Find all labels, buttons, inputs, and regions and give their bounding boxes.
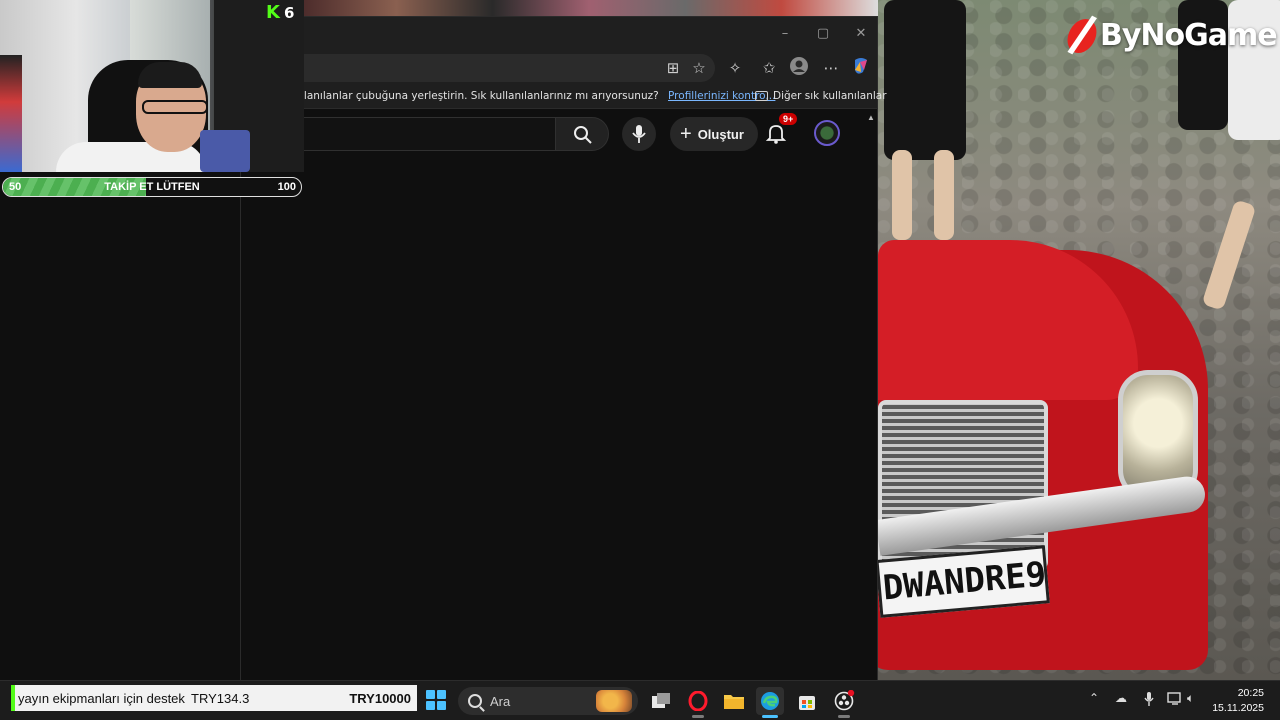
store-app-button[interactable]: [793, 687, 821, 715]
windows-logo-icon: [426, 701, 435, 710]
microphone-device: [200, 130, 250, 172]
favorites-bar: llanılanlar çubuğuna yerleştirin. Sık ku…: [241, 85, 887, 109]
microphone-tray-icon[interactable]: [1143, 691, 1155, 710]
voice-search-button[interactable]: [622, 117, 656, 151]
clock-date: 15.11.2025: [1212, 702, 1264, 714]
search-button[interactable]: [555, 117, 609, 151]
store-icon: [799, 696, 815, 710]
other-favorites-folder[interactable]: Diğer sık kullanılanlar: [755, 90, 887, 102]
title-bar: – ▢ ✕: [241, 17, 877, 51]
taskbar-search[interactable]: Ara: [458, 687, 638, 715]
search-icon: [468, 694, 482, 708]
favorites-prompt-text: llanılanlar çubuğuna yerleştirin. Sık ku…: [301, 90, 659, 102]
show-hidden-icons-chevron-icon[interactable]: ⌃: [1089, 691, 1099, 705]
donation-current: TRY134.3: [191, 690, 250, 706]
copilot-icon[interactable]: [849, 56, 873, 80]
opera-icon: [688, 691, 708, 711]
app-available-icon[interactable]: ⊞: [661, 56, 685, 80]
person-figure: [884, 0, 966, 160]
network-icon[interactable]: [1167, 691, 1183, 708]
address-bar[interactable]: ⊞ ☆: [241, 54, 715, 82]
other-favorites-label: Diğer sık kullanılanlar: [773, 90, 887, 102]
volume-icon[interactable]: 🔈︎: [1187, 691, 1194, 706]
more-menu-icon[interactable]: ⋯: [819, 56, 843, 80]
bynogame-logo: ByNoGame: [1064, 18, 1278, 53]
taskbar-search-placeholder: Ara: [490, 693, 511, 709]
search-icon: [574, 126, 592, 144]
folder-icon: [724, 695, 744, 709]
create-button[interactable]: + Oluştur: [670, 117, 758, 151]
browser-window: – ▢ ✕ ⊞ ☆ ✧ ✩ ⋯ llanılanlar çubuğuna yer…: [240, 16, 887, 681]
plus-icon: +: [680, 123, 692, 145]
favorite-star-icon[interactable]: ☆: [687, 56, 711, 80]
donation-text: yayın ekipmanları için destek: [18, 690, 185, 706]
search-highlight-icon: [596, 690, 632, 712]
edge-app-button[interactable]: [756, 687, 784, 718]
donation-goal-widget: yayın ekipmanları için destek TRY134.3 T…: [11, 685, 417, 711]
scroll-up-arrow-icon[interactable]: ▲: [867, 113, 875, 122]
microphone-icon: [632, 125, 646, 143]
create-label: Oluştur: [697, 126, 744, 142]
start-button[interactable]: [426, 690, 446, 710]
active-indicator: [762, 715, 778, 718]
obs-icon: [834, 690, 855, 711]
webcam-led-light: [0, 55, 22, 172]
system-clock[interactable]: 20:25 15.11.2025: [1212, 686, 1264, 716]
kick-logo-icon: K: [266, 2, 280, 23]
youtube-header: + Oluştur 9+: [241, 109, 877, 159]
toolbar: ⊞ ☆ ✧ ✩ ⋯: [241, 51, 877, 85]
folder-icon: [755, 91, 768, 101]
follow-goal-bar: 50 TAKİP ET LÜTFEN 100: [2, 177, 302, 197]
windows-logo-icon: [437, 701, 446, 710]
taskbar: yayın ekipmanları için destek TRY134.3 T…: [0, 680, 1280, 720]
brand-name: ByNoGame: [1100, 18, 1278, 53]
screen: DWANDRE98 ByNoGame – ▢ ✕ ⊞ ☆ ✧ ✩ ⋯ llanı…: [0, 0, 1280, 720]
favorites-prompt: llanılanlar çubuğuna yerleştirin. Sık ku…: [301, 90, 775, 102]
opera-app-button[interactable]: [684, 687, 712, 718]
follow-goal-label: TAKİP ET LÜTFEN: [104, 181, 200, 193]
close-button[interactable]: ✕: [849, 23, 873, 45]
profile-icon[interactable]: [787, 56, 811, 80]
kick-viewer-badge: K 6: [266, 2, 294, 23]
streamer-hair: [138, 62, 202, 88]
windows-logo-icon: [426, 690, 435, 699]
running-indicator: [692, 715, 704, 718]
obs-app-button[interactable]: [830, 687, 858, 718]
background-photo: DWANDRE98: [878, 0, 1280, 680]
page-content-area: [241, 159, 877, 681]
notification-count-badge: 9+: [779, 113, 798, 125]
streamer-glasses: [142, 100, 208, 114]
maximize-button[interactable]: ▢: [811, 23, 835, 45]
task-view-button[interactable]: [647, 687, 675, 715]
edge-icon: [761, 692, 779, 710]
windows-logo-icon: [437, 690, 446, 699]
task-view-icon: [652, 693, 670, 708]
favorites-icon[interactable]: ✩: [757, 56, 781, 80]
file-explorer-button[interactable]: [720, 687, 748, 715]
running-indicator: [838, 715, 850, 718]
webcam-overlay: [0, 0, 304, 172]
person-leg: [892, 150, 912, 240]
minimize-button[interactable]: –: [773, 23, 797, 45]
donation-goal: TRY10000: [349, 690, 411, 706]
onedrive-cloud-icon[interactable]: ☁: [1115, 691, 1127, 705]
extensions-icon[interactable]: ✧: [723, 56, 747, 80]
channel-avatar[interactable]: [814, 120, 840, 146]
bynogame-mark-icon: [1064, 18, 1100, 53]
clock-time: 20:25: [1237, 687, 1264, 699]
person-leg: [934, 150, 954, 240]
notifications-button[interactable]: [764, 121, 792, 149]
viewer-count: 6: [283, 3, 295, 22]
follow-goal-end: 100: [277, 181, 296, 193]
